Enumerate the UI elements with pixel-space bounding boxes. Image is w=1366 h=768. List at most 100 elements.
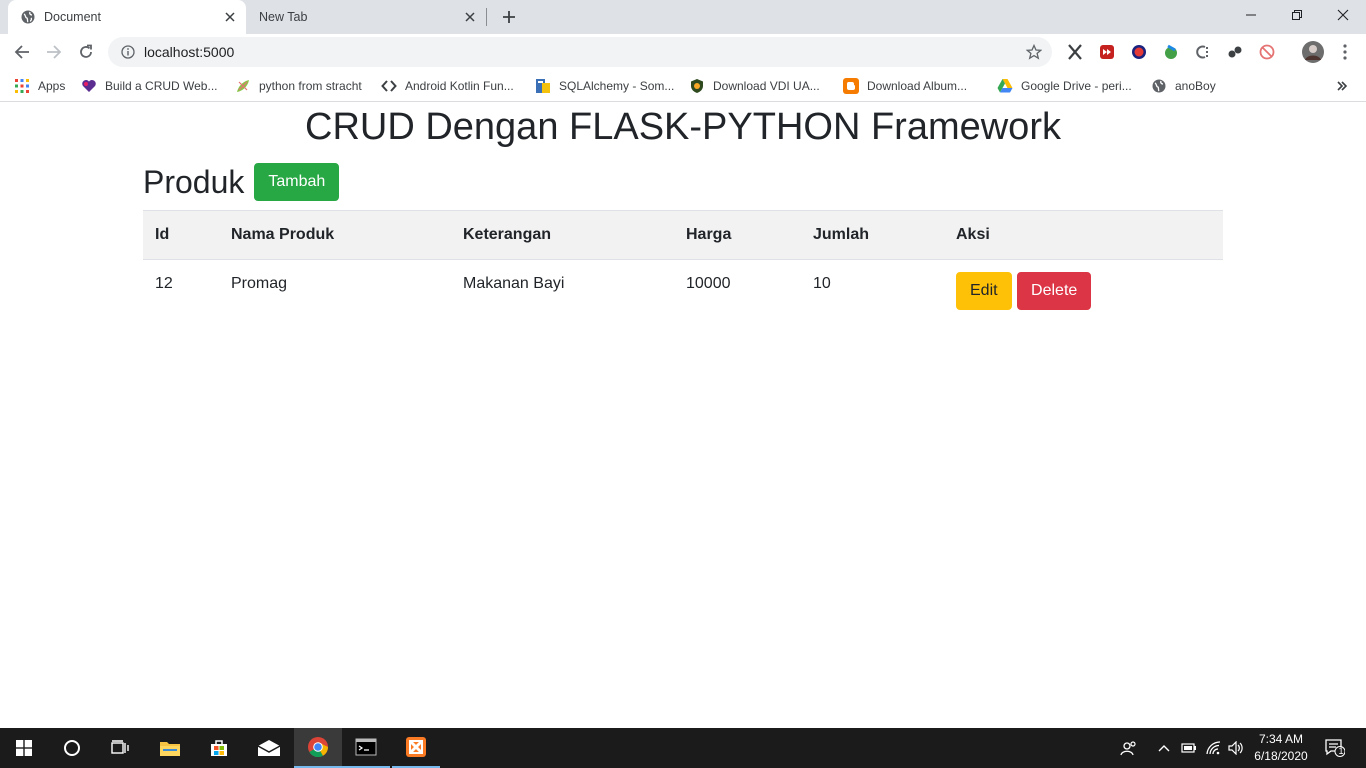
- folder-icon: [160, 742, 180, 756]
- bookmark-label: Android Kotlin Fun...: [405, 79, 514, 93]
- bookmarks-bar: Apps Build a CRUD Web... python from str…: [0, 70, 1366, 102]
- close-window-button[interactable]: [1320, 0, 1366, 30]
- section-header: Produk Tambah: [143, 162, 340, 202]
- apps-grid-icon: [14, 78, 30, 94]
- bookmark-google-drive[interactable]: Google Drive - peri...: [997, 76, 1132, 96]
- search-button[interactable]: [48, 728, 96, 768]
- volume-button[interactable]: [1227, 728, 1245, 768]
- column-header-keterangan: Keterangan: [451, 210, 674, 260]
- store-button[interactable]: [195, 728, 243, 768]
- cell-nama-produk: Promag: [231, 275, 288, 292]
- new-tab-button[interactable]: [497, 5, 521, 29]
- xampp-button[interactable]: [392, 728, 440, 768]
- bookmark-label: anoBoy: [1175, 79, 1216, 93]
- tab-strip: Document New Tab: [0, 0, 1366, 34]
- globe-icon: [20, 9, 36, 25]
- bookmarks-overflow-button[interactable]: [1336, 76, 1348, 96]
- x-extension-icon[interactable]: [1065, 42, 1085, 62]
- cell-jumlah: 10: [813, 275, 831, 292]
- tab-title: New Tab: [259, 10, 308, 24]
- task-view-icon: [111, 740, 129, 754]
- bookmark-label: Download VDI UA...: [713, 79, 820, 93]
- battery-icon: [1181, 743, 1196, 753]
- store-bag-icon: [211, 740, 227, 756]
- people-button[interactable]: [1118, 728, 1140, 768]
- chevron-up-icon: [1158, 745, 1170, 752]
- bookmark-star-icon[interactable]: [1024, 42, 1044, 62]
- system-clock[interactable]: 7:34 AM 6/18/2020: [1244, 731, 1318, 765]
- people-icon: [1120, 741, 1136, 756]
- info-icon[interactable]: [120, 44, 136, 60]
- close-icon[interactable]: [220, 7, 240, 27]
- shield-icon: [689, 78, 705, 94]
- task-view-button[interactable]: [96, 728, 144, 768]
- table-header-row: Id Nama Produk Keterangan Harga Jumlah A…: [143, 210, 1223, 260]
- chrome-icon: [308, 737, 329, 758]
- bookmark-sqlalchemy[interactable]: SQLAlchemy - Som...: [535, 76, 674, 96]
- reload-icon: [80, 44, 92, 58]
- table-row: 12 Promag Makanan Bayi 10000 10 Edit Del…: [143, 260, 1223, 322]
- column-header-jumlah: Jumlah: [801, 210, 944, 260]
- minimize-button[interactable]: [1228, 0, 1274, 30]
- delete-button[interactable]: Delete: [1017, 272, 1092, 310]
- chrome-button[interactable]: [294, 728, 342, 768]
- stackoverflow-icon: [535, 78, 551, 94]
- cell-aksi: Edit Delete: [944, 260, 1223, 322]
- profile-avatar[interactable]: [1301, 40, 1325, 64]
- column-header-harga: Harga: [674, 210, 801, 260]
- file-explorer-button[interactable]: [146, 728, 194, 768]
- show-hidden-icons-button[interactable]: [1156, 728, 1172, 768]
- cell-id: 12: [155, 275, 173, 292]
- start-button[interactable]: [0, 728, 48, 768]
- chevron-double-right-icon: [1337, 81, 1348, 91]
- tab-new-tab[interactable]: New Tab: [246, 0, 486, 34]
- reload-button[interactable]: [72, 38, 100, 66]
- forward-button[interactable]: [40, 38, 68, 66]
- edit-button[interactable]: Edit: [956, 272, 1012, 310]
- media-extension-icon[interactable]: [1097, 42, 1117, 62]
- bookmark-download-vdi[interactable]: Download VDI UA...: [689, 76, 820, 96]
- clock-date: 6/18/2020: [1254, 749, 1308, 763]
- globe-icon: [1151, 78, 1167, 94]
- address-bar[interactable]: localhost:5000: [108, 37, 1052, 67]
- tab-document[interactable]: Document: [8, 0, 246, 34]
- column-header-id: Id: [143, 210, 219, 260]
- restore-button[interactable]: [1274, 0, 1320, 30]
- notification-count-badge: 1: [1338, 746, 1344, 756]
- back-button[interactable]: [8, 38, 36, 66]
- cell-harga: 10000: [686, 275, 731, 292]
- download-extension-icon[interactable]: [1161, 42, 1181, 62]
- bookmark-python[interactable]: python from stracht: [235, 76, 362, 96]
- column-header-aksi: Aksi: [944, 210, 1223, 260]
- bookmark-label: Apps: [38, 79, 66, 93]
- stop-extension-icon[interactable]: [1257, 42, 1277, 62]
- block-extension-icon[interactable]: [1129, 42, 1149, 62]
- bookmark-crud-web[interactable]: Build a CRUD Web...: [81, 76, 217, 96]
- c-extension-icon[interactable]: [1193, 42, 1213, 62]
- column-header-nama-produk: Nama Produk: [219, 210, 451, 260]
- cell-keterangan: Makanan Bayi: [463, 275, 565, 292]
- bookmark-anoboy[interactable]: anoBoy: [1151, 76, 1216, 96]
- arrow-left-icon: [14, 45, 29, 59]
- bookmark-label: python from stracht: [259, 79, 362, 93]
- close-icon[interactable]: [460, 7, 480, 27]
- wifi-button[interactable]: [1205, 728, 1223, 768]
- url-text[interactable]: localhost:5000: [144, 44, 1024, 60]
- page-title: CRUD Dengan FLASK-PYTHON Framework: [305, 106, 1061, 148]
- bookmark-android-kotlin[interactable]: Android Kotlin Fun...: [381, 76, 514, 96]
- bookmark-download-album[interactable]: Download Album...: [843, 76, 967, 96]
- terminal-icon: [355, 738, 377, 756]
- link-extension-icon[interactable]: [1225, 42, 1245, 62]
- speaker-icon: [1228, 741, 1243, 755]
- bookmark-label: Build a CRUD Web...: [105, 79, 218, 93]
- action-center-button[interactable]: 1: [1322, 728, 1348, 768]
- browser-toolbar: localhost:5000: [0, 34, 1366, 70]
- terminal-button[interactable]: [342, 728, 390, 768]
- mail-button[interactable]: [245, 728, 293, 768]
- menu-kebab-icon[interactable]: [1335, 42, 1355, 62]
- code-brackets-icon: [381, 78, 397, 94]
- bookmark-apps[interactable]: Apps: [14, 76, 65, 96]
- clock-time: 7:34 AM: [1258, 732, 1304, 746]
- add-product-button[interactable]: Tambah: [254, 163, 340, 201]
- battery-button[interactable]: [1180, 728, 1198, 768]
